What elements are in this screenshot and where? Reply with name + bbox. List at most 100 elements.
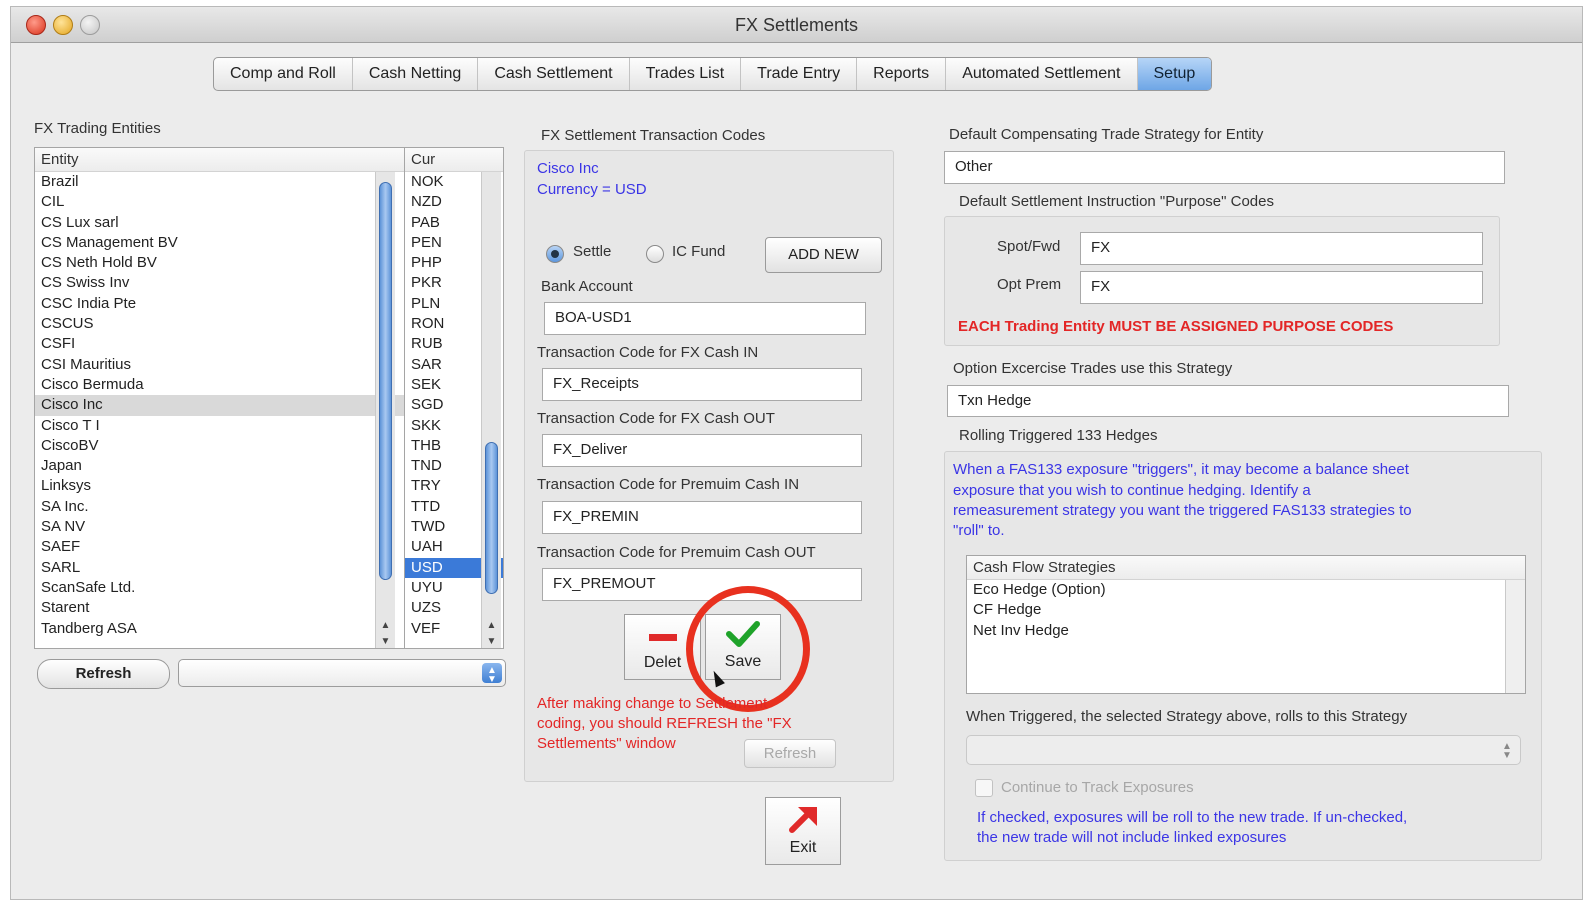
spot-fwd-field[interactable]: FX — [1080, 232, 1483, 265]
minus-icon — [648, 634, 677, 641]
entity-list-item[interactable]: SAEF — [35, 537, 405, 557]
cash-flow-strategy-item[interactable]: CF Hedge — [967, 600, 1525, 620]
entity-list-item[interactable]: CiscoBV — [35, 436, 405, 456]
currency-column-header[interactable]: Cur — [405, 148, 503, 172]
bank-account-label: Bank Account — [541, 278, 633, 295]
entity-scrollbar[interactable]: ▲ ▼ — [375, 172, 395, 648]
entity-list[interactable]: Entity Brazil CIL CS Lux sarl CS Management… — [34, 147, 406, 649]
rolling-desc-line3: remeasurement strategy you want the trig… — [953, 502, 1412, 519]
bank-account-field[interactable]: BOA-USD1 — [544, 302, 866, 335]
tab-cash-settlement[interactable]: Cash Settlement — [478, 58, 630, 90]
entity-list-item[interactable]: Tandberg ASA — [35, 619, 405, 639]
settle-radio[interactable] — [546, 245, 564, 263]
prem-in-field[interactable]: FX_PREMIN — [542, 501, 862, 534]
default-comp-field[interactable]: Other — [944, 151, 1505, 184]
purpose-codes-label: Default Settlement Instruction "Purpose"… — [959, 193, 1274, 210]
entity-list-item[interactable]: Cisco Bermuda — [35, 375, 405, 395]
cf-scrollbar[interactable] — [1505, 580, 1525, 693]
entity-list-item[interactable]: Linksys — [35, 476, 405, 496]
spot-fwd-label: Spot/Fwd — [997, 238, 1061, 255]
entity-list-item[interactable]: CS Swiss Inv — [35, 273, 405, 293]
entity-scroll-thumb[interactable] — [379, 182, 392, 580]
entity-scroll-up-icon[interactable]: ▲ — [376, 618, 395, 634]
cash-in-label: Transaction Code for FX Cash IN — [537, 344, 759, 361]
dropdown-arrows-icon: ▲ ▼ — [482, 663, 502, 685]
refresh-warning-line1: After making change to Settlement — [537, 695, 768, 712]
entity-list-item[interactable]: Starent — [35, 598, 405, 618]
prem-in-label: Transaction Code for Premuim Cash IN — [537, 476, 800, 493]
settle-radio-label: Settle — [573, 243, 612, 260]
entity-column-header[interactable]: Entity — [35, 148, 405, 172]
purpose-codes-warning: EACH Trading Entity MUST BE ASSIGNED PUR… — [958, 318, 1394, 335]
tab-automated-settlement[interactable]: Automated Settlement — [946, 58, 1138, 90]
currency-list[interactable]: Cur NOK NZD PAB PEN PHP PKR PLN RON RUB SAR SEK SGD… — [404, 147, 504, 649]
tab-trades-list[interactable]: Trades List — [630, 58, 742, 90]
continue-note-line1: If checked, exposures will be roll to th… — [977, 809, 1408, 826]
entity-list-item[interactable]: CS Management BV — [35, 233, 405, 253]
tab-comp-and-roll[interactable]: Comp and Roll — [214, 58, 353, 90]
tab-trade-entry[interactable]: Trade Entry — [741, 58, 858, 90]
currency-scroll-thumb[interactable] — [485, 442, 498, 594]
cash-out-field[interactable]: FX_Deliver — [542, 434, 862, 467]
title-bar: FX Settlements — [11, 7, 1582, 43]
option-exercise-field[interactable]: Txn Hedge — [947, 385, 1509, 417]
tab-reports[interactable]: Reports — [857, 58, 947, 90]
cash-flow-strategy-item[interactable]: Net Inv Hedge — [967, 621, 1525, 641]
cash-flow-strategies-list[interactable]: Cash Flow Strategies Eco Hedge (Option) C… — [966, 555, 1526, 694]
entity-list-item[interactable]: CSC India Pte — [35, 294, 405, 314]
continue-note-line2: the new trade will not include linked ex… — [977, 829, 1287, 846]
prem-out-label: Transaction Code for Premuim Cash OUT — [537, 544, 816, 561]
entity-list-item[interactable]: Cisco T I — [35, 416, 405, 436]
triggered-strategy-dropdown[interactable]: ▲ ▼ — [966, 735, 1521, 765]
entities-section-label: FX Trading Entities — [34, 120, 161, 137]
entities-dropdown[interactable]: ▲ ▼ — [178, 659, 506, 687]
codes-entity-name: Cisco Inc — [537, 160, 599, 177]
entity-list-item[interactable]: CS Lux sarl — [35, 213, 405, 233]
window-title: FX Settlements — [734, 15, 859, 35]
currency-scroll-down-icon[interactable]: ▼ — [482, 634, 501, 648]
refresh-warning-line2: coding, you should REFRESH the "FX — [537, 715, 792, 732]
refresh-warning-line3: Settlements" window — [537, 735, 676, 752]
tab-setup[interactable]: Setup — [1137, 58, 1212, 90]
cash-flow-strategy-item[interactable]: Eco Hedge (Option) — [967, 580, 1525, 600]
entity-list-item[interactable]: SA Inc. — [35, 497, 405, 517]
highlight-circle — [686, 586, 810, 712]
exit-button[interactable]: Exit — [765, 797, 841, 865]
cf-rows: Eco Hedge (Option) CF Hedge Net Inv Hedge — [967, 580, 1525, 641]
entity-list-item[interactable]: CSCUS — [35, 314, 405, 334]
cash-in-field[interactable]: FX_Receipts — [542, 368, 862, 401]
rolling-hedges-label: Rolling Triggered 133 Hedges — [959, 427, 1158, 444]
tab-bar: Comp and Roll Cash Netting Cash Settleme… — [213, 57, 1213, 91]
entity-list-item[interactable]: CS Neth Hold BV — [35, 253, 405, 273]
prem-out-field[interactable]: FX_PREMOUT — [542, 568, 862, 601]
option-exercise-label: Option Excercise Trades use this Strateg… — [953, 360, 1233, 377]
cash-out-label: Transaction Code for FX Cash OUT — [537, 410, 775, 427]
currency-scrollbar[interactable]: ▲ ▼ — [481, 172, 501, 648]
currency-scroll-up-icon[interactable]: ▲ — [482, 618, 501, 634]
entity-list-item[interactable]: Cisco Inc — [35, 395, 405, 416]
add-new-button[interactable]: ADD NEW — [765, 237, 882, 273]
triggered-strategy-label: When Triggered, the selected Strategy ab… — [966, 708, 1408, 725]
default-comp-label: Default Compensating Trade Strategy for … — [949, 126, 1264, 143]
entity-list-item[interactable]: SA NV — [35, 517, 405, 537]
exit-arrow-icon — [789, 807, 817, 833]
entity-list-item[interactable]: SARL — [35, 558, 405, 578]
entity-list-item[interactable]: ScanSafe Ltd. — [35, 578, 405, 598]
entities-refresh-button[interactable]: Refresh — [37, 659, 170, 689]
entity-scroll-down-icon[interactable]: ▼ — [376, 634, 395, 648]
codes-refresh-button[interactable]: Refresh — [744, 739, 836, 768]
entity-list-item[interactable]: Japan — [35, 456, 405, 476]
opt-prem-field[interactable]: FX — [1080, 271, 1483, 304]
continue-track-checkbox[interactable] — [975, 779, 993, 797]
exit-button-label: Exit — [789, 839, 817, 856]
tab-cash-netting[interactable]: Cash Netting — [353, 58, 479, 90]
entity-rows: Brazil CIL CS Lux sarl CS Management BV CS N… — [35, 172, 405, 639]
icfund-radio[interactable] — [646, 245, 664, 263]
entity-list-item[interactable]: CIL — [35, 192, 405, 212]
entity-list-item[interactable]: Brazil — [35, 172, 405, 192]
entity-list-item[interactable]: CSFI — [35, 334, 405, 354]
rolling-desc-line2: exposure that you wish to continue hedgi… — [953, 482, 1311, 499]
cash-flow-strategies-header[interactable]: Cash Flow Strategies — [967, 556, 1525, 580]
entity-list-item[interactable]: CSI Mauritius — [35, 355, 405, 375]
rolling-desc-line4: "roll" to. — [953, 522, 1005, 539]
